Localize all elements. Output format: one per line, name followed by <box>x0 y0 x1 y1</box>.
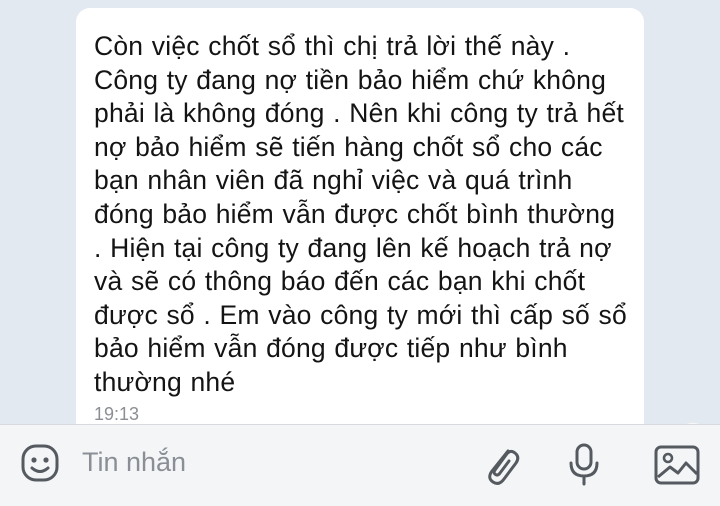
emoji-icon[interactable] <box>18 441 62 485</box>
message-composer <box>0 424 720 506</box>
message-input[interactable] <box>82 447 442 478</box>
message-bubble[interactable]: Còn việc chốt sổ thì chị trả lời thế này… <box>76 8 714 424</box>
image-icon[interactable] <box>652 443 702 487</box>
message-text: Còn việc chốt sổ thì chị trả lời thế này… <box>94 31 627 397</box>
paperclip-icon[interactable] <box>478 441 522 489</box>
microphone-icon[interactable] <box>562 439 606 489</box>
message-time: 19:13 <box>94 404 140 424</box>
chat-area: Còn việc chốt sổ thì chị trả lời thế này… <box>0 0 720 424</box>
